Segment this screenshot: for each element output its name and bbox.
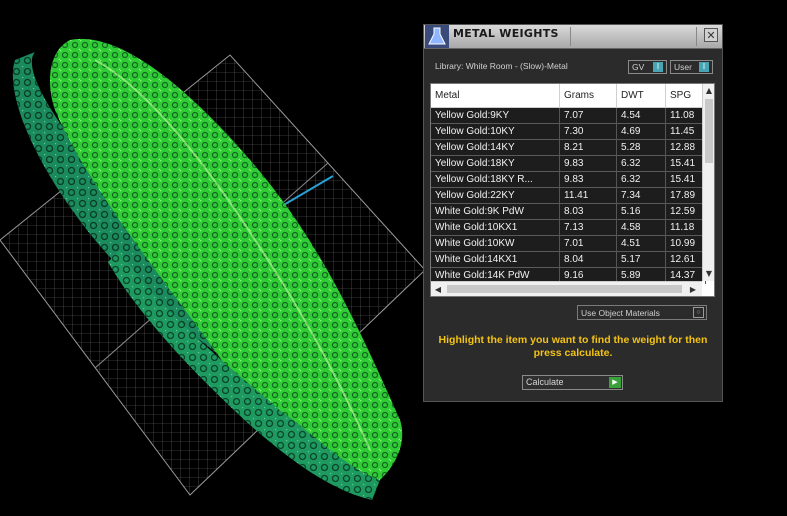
cell-grams: 9.83 xyxy=(560,172,617,188)
metal-weights-panel: METAL WEIGHTS ✕ Library: White Room - (S… xyxy=(423,24,723,402)
table-header: Metal Grams DWT SPG xyxy=(431,84,706,108)
table-row[interactable]: Yellow Gold:18KY R... 9.83 6.32 15.41 xyxy=(431,172,706,188)
checkbox-icon[interactable]: ○ xyxy=(693,307,704,318)
table-row[interactable]: Yellow Gold:9KY 7.07 4.54 11.08 xyxy=(431,108,706,124)
horizontal-scroll-thumb[interactable] xyxy=(447,285,682,293)
column-header-grams[interactable]: Grams xyxy=(560,84,617,107)
vertical-scroll-thumb[interactable] xyxy=(705,99,713,163)
cell-grams: 7.30 xyxy=(560,124,617,140)
panel-title: METAL WEIGHTS xyxy=(453,27,559,40)
cell-metal: White Gold:10KX1 xyxy=(431,220,560,236)
vertical-scrollbar[interactable]: ▲ ▼ xyxy=(702,84,714,281)
column-header-spg[interactable]: SPG xyxy=(666,84,706,107)
play-arrow-icon: ▶ xyxy=(609,377,621,388)
calculate-button[interactable]: Calculate ▶ xyxy=(522,375,623,390)
instructions-text: Highlight the item you want to find the … xyxy=(438,334,708,359)
cell-metal: White Gold:14KX1 xyxy=(431,252,560,268)
use-object-materials-checkbox[interactable]: Use Object Materials ○ xyxy=(577,305,707,320)
cell-metal: Yellow Gold:9KY xyxy=(431,108,560,124)
cell-dwt: 5.17 xyxy=(617,252,666,268)
table-row[interactable]: Yellow Gold:18KY 9.83 6.32 15.41 xyxy=(431,156,706,172)
cell-dwt: 4.54 xyxy=(617,108,666,124)
cell-metal: Yellow Gold:10KY xyxy=(431,124,560,140)
cell-dwt: 4.58 xyxy=(617,220,666,236)
metal-table[interactable]: Metal Grams DWT SPG Yellow Gold:9KY 7.07 4… xyxy=(430,83,715,297)
cell-dwt: 5.28 xyxy=(617,140,666,156)
scroll-right-arrow-icon[interactable]: ▶ xyxy=(687,282,699,296)
cell-grams: 9.83 xyxy=(560,156,617,172)
horizontal-scrollbar[interactable]: ◀ ▶ xyxy=(431,281,702,296)
cell-grams: 7.07 xyxy=(560,108,617,124)
cell-metal: Yellow Gold:18KY xyxy=(431,156,560,172)
panel-titlebar[interactable]: METAL WEIGHTS ✕ xyxy=(424,25,722,49)
cell-metal: Yellow Gold:18KY R... xyxy=(431,172,560,188)
gv-toggle-label: GV xyxy=(632,62,645,72)
cell-metal: Yellow Gold:22KY xyxy=(431,188,560,204)
flask-icon xyxy=(425,25,449,48)
cell-dwt: 7.34 xyxy=(617,188,666,204)
user-toggle-indicator: I xyxy=(699,62,709,72)
gv-toggle-indicator: I xyxy=(653,62,663,72)
cell-dwt: 5.16 xyxy=(617,204,666,220)
cell-metal: White Gold:9K PdW xyxy=(431,204,560,220)
cell-dwt: 4.51 xyxy=(617,236,666,252)
table-row[interactable]: Yellow Gold:10KY 7.30 4.69 11.45 xyxy=(431,124,706,140)
title-divider xyxy=(696,27,697,46)
column-header-dwt[interactable]: DWT xyxy=(617,84,666,107)
scroll-left-arrow-icon[interactable]: ◀ xyxy=(432,282,444,296)
cell-spg: 11.45 xyxy=(666,124,706,140)
cell-dwt: 6.32 xyxy=(617,172,666,188)
cell-grams: 11.41 xyxy=(560,188,617,204)
table-row[interactable]: White Gold:14KX1 8.04 5.17 12.61 xyxy=(431,252,706,268)
cell-dwt: 4.69 xyxy=(617,124,666,140)
cell-spg: 11.18 xyxy=(666,220,706,236)
title-divider xyxy=(570,27,571,46)
table-row[interactable]: White Gold:10KW 7.01 4.51 10.99 xyxy=(431,236,706,252)
cell-spg: 12.59 xyxy=(666,204,706,220)
cell-grams: 8.21 xyxy=(560,140,617,156)
table-row[interactable]: White Gold:10KX1 7.13 4.58 11.18 xyxy=(431,220,706,236)
user-toggle[interactable]: User I xyxy=(670,60,713,74)
table-row[interactable]: White Gold:9K PdW 8.03 5.16 12.59 xyxy=(431,204,706,220)
cell-dwt: 6.32 xyxy=(617,156,666,172)
cell-grams: 7.01 xyxy=(560,236,617,252)
gv-toggle[interactable]: GV I xyxy=(628,60,667,74)
cell-grams: 7.13 xyxy=(560,220,617,236)
cell-spg: 15.41 xyxy=(666,172,706,188)
scroll-up-arrow-icon[interactable]: ▲ xyxy=(703,85,714,97)
cell-spg: 17.89 xyxy=(666,188,706,204)
column-header-metal[interactable]: Metal xyxy=(431,84,560,107)
cell-grams: 8.03 xyxy=(560,204,617,220)
table-body: Yellow Gold:9KY 7.07 4.54 11.08 Yellow Gold:… xyxy=(431,108,706,284)
cell-metal: White Gold:10KW xyxy=(431,236,560,252)
table-row[interactable]: Yellow Gold:14KY 8.21 5.28 12.88 xyxy=(431,140,706,156)
use-object-materials-label: Use Object Materials xyxy=(581,308,660,318)
cell-metal: Yellow Gold:14KY xyxy=(431,140,560,156)
scroll-down-arrow-icon[interactable]: ▼ xyxy=(703,268,714,280)
cell-spg: 11.08 xyxy=(666,108,706,124)
cell-grams: 8.04 xyxy=(560,252,617,268)
table-row[interactable]: Yellow Gold:22KY 11.41 7.34 17.89 xyxy=(431,188,706,204)
library-label: Library: White Room - (Slow)-Metal xyxy=(435,61,568,71)
cell-spg: 15.41 xyxy=(666,156,706,172)
cell-spg: 12.88 xyxy=(666,140,706,156)
cell-spg: 12.61 xyxy=(666,252,706,268)
close-icon[interactable]: ✕ xyxy=(704,28,718,42)
calculate-label: Calculate xyxy=(526,377,564,387)
user-toggle-label: User xyxy=(674,62,692,72)
cell-spg: 10.99 xyxy=(666,236,706,252)
